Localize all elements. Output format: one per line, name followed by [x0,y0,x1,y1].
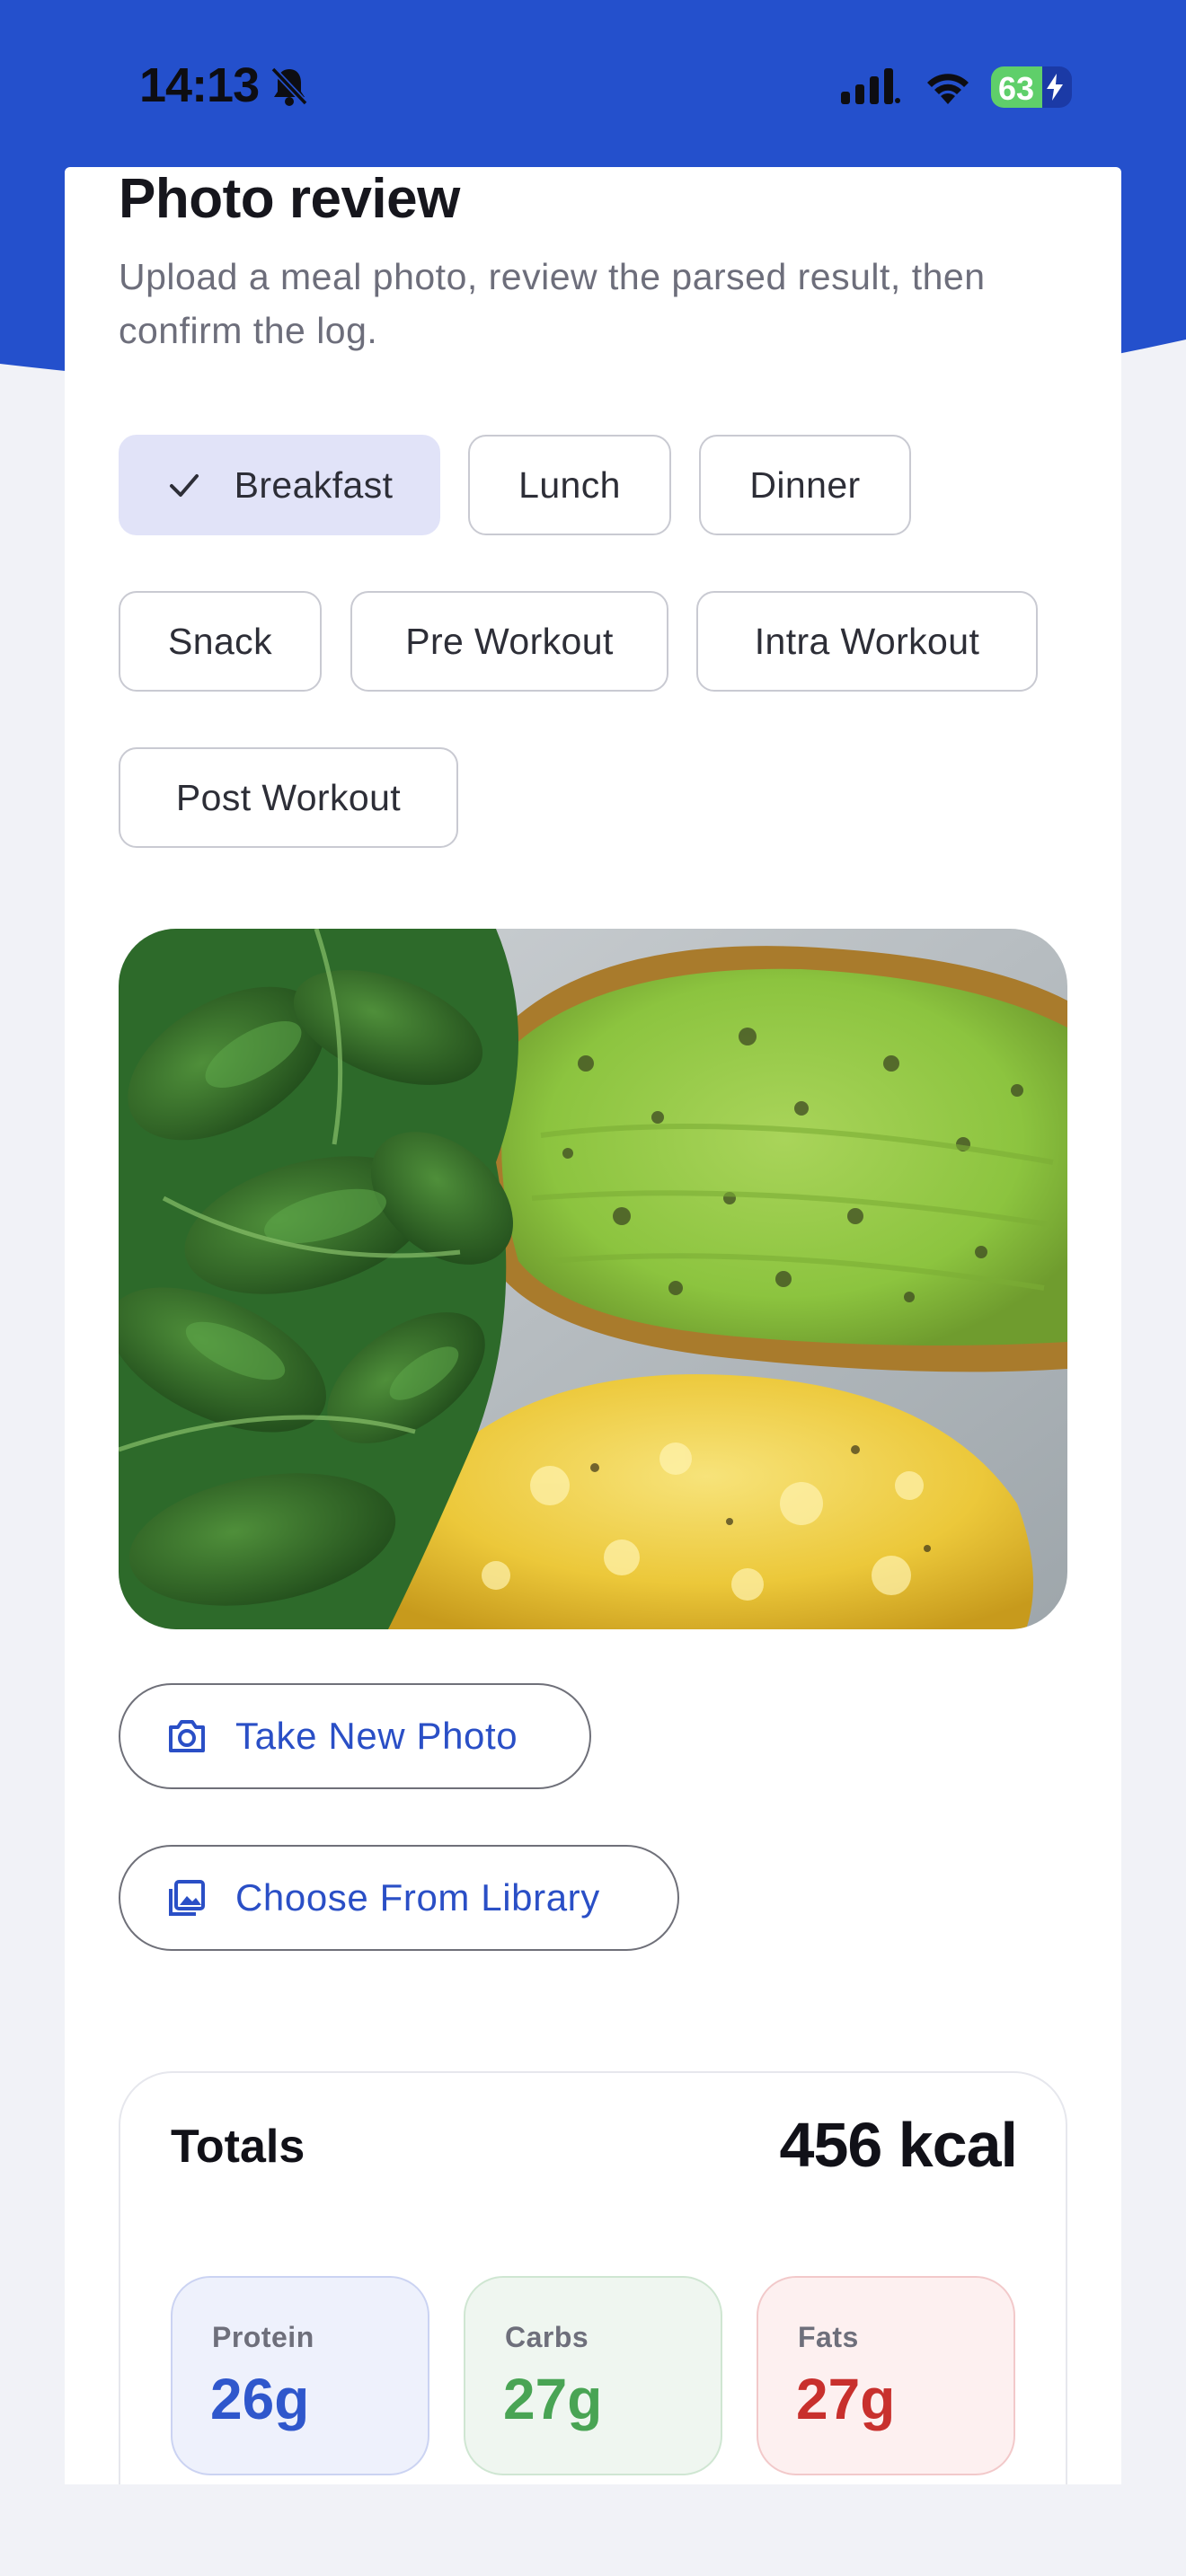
chip-label: Pre Workout [405,620,614,662]
totals-title: Totals [171,2121,305,2173]
totals-card: Totals 456 kcal Protein 26g Carbs 27g Fa… [119,2071,1067,2538]
meal-type-chip-pre-workout[interactable]: Pre Workout [350,591,668,692]
meal-photo [119,929,1067,1629]
battery-charging-icon: 63 [991,66,1072,108]
photo-review-card: Photo review Upload a meal photo, review… [65,167,1121,2538]
wifi-icon [927,74,969,104]
status-bar: 14:13 63 [0,0,1186,171]
chip-label: Post Workout [175,776,402,818]
macro-value: 27g [503,2367,603,2431]
chip-label: Breakfast [234,463,394,506]
macro-label: Carbs [505,2321,589,2353]
charging-bolt-icon [1047,74,1063,101]
chip-label: Lunch [518,463,621,506]
chip-label: Dinner [749,463,861,506]
choose-from-library-label: Choose From Library [235,1876,600,1919]
macro-carbs: Carbs 27g [464,2276,722,2475]
choose-from-library-button[interactable]: Choose From Library [119,1845,679,1951]
cellular-signal-icon [841,68,900,104]
meal-type-chip-breakfast[interactable]: Breakfast [119,435,440,535]
take-new-photo-button[interactable]: Take New Photo [119,1683,591,1789]
macro-fats: Fats 27g [757,2276,1015,2475]
meal-type-chip-intra-workout[interactable]: Intra Workout [696,591,1038,692]
camera-icon [169,1720,205,1752]
chip-label: Intra Workout [754,620,980,662]
bottom-safe-area [0,2484,1186,2576]
meal-type-chip-snack[interactable]: Snack [119,591,322,692]
meal-type-chip-post-workout[interactable]: Post Workout [119,747,458,848]
battery-percent: 63 [998,70,1035,107]
status-time: 14:13 [139,58,260,112]
page-title: Photo review [119,168,460,230]
meal-type-chip-dinner[interactable]: Dinner [699,435,911,535]
meal-type-chip-lunch[interactable]: Lunch [468,435,671,535]
chip-label: Snack [168,620,272,662]
totals-kcal: 456 kcal [779,2110,1018,2180]
macro-label: Fats [798,2321,859,2353]
page-subtitle: Upload a meal photo, review the parsed r… [119,256,986,351]
bell-slash-icon [270,66,308,106]
macro-value: 27g [796,2367,896,2431]
photo-library-icon [169,1880,205,1916]
macro-value: 26g [210,2367,310,2431]
macro-label: Protein [212,2321,314,2353]
macro-protein: Protein 26g [171,2276,429,2475]
take-new-photo-label: Take New Photo [235,1715,518,1757]
checkmark-icon [169,474,199,497]
